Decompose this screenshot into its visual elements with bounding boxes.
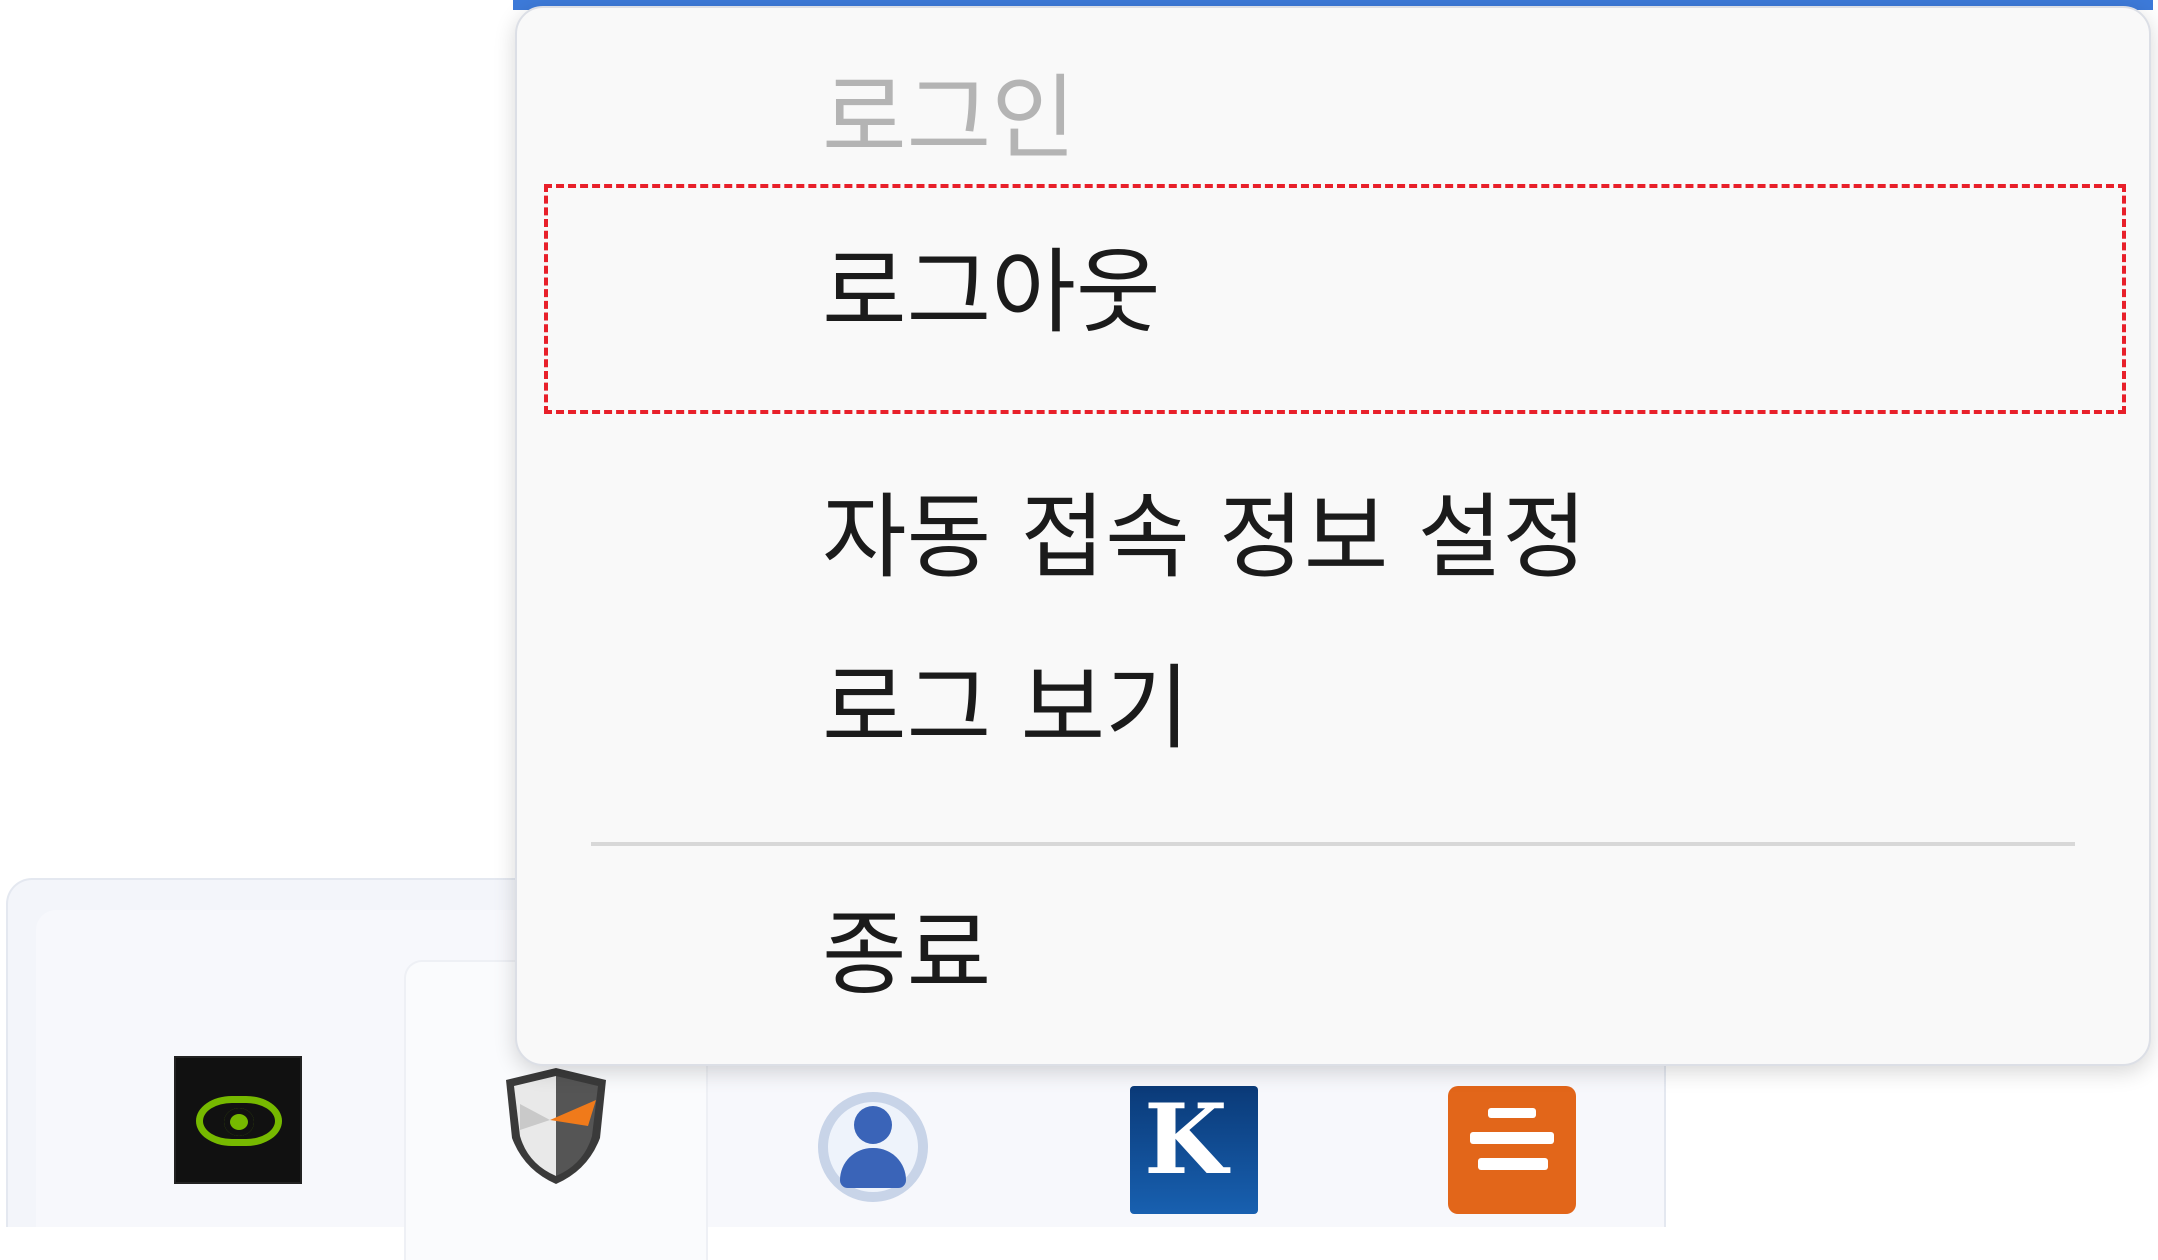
menu-separator: [591, 842, 2075, 846]
shield-agent-graphic: [506, 1068, 606, 1184]
orange-icon-bar: [1488, 1108, 1536, 1118]
k-app-icon[interactable]: K: [1130, 1086, 1258, 1214]
k-app-letter: K: [1144, 1083, 1228, 1196]
orange-icon-bar: [1478, 1158, 1548, 1170]
menu-item-login: 로그인: [822, 65, 1076, 172]
nvidia-pupil-shape: [224, 1108, 254, 1136]
menu-item-exit[interactable]: 종료: [517, 900, 2149, 1010]
orange-icon-bar: [1470, 1132, 1554, 1144]
shield-agent-icon[interactable]: [492, 1060, 620, 1188]
user-account-icon[interactable]: [812, 1086, 940, 1214]
tray-context-menu: 로그인 로그아웃 자동 접속 정보 설정 로그 보기 종료: [515, 6, 2151, 1066]
menu-item-logout[interactable]: 로그아웃: [517, 238, 2149, 348]
nvidia-icon[interactable]: [174, 1056, 302, 1184]
orange-app-icon[interactable]: [1448, 1086, 1576, 1214]
menu-item-view-log[interactable]: 로그 보기: [517, 654, 2149, 764]
menu-item-auto-connect-settings[interactable]: 자동 접속 정보 설정: [517, 483, 2149, 593]
user-icon-head: [854, 1106, 892, 1144]
